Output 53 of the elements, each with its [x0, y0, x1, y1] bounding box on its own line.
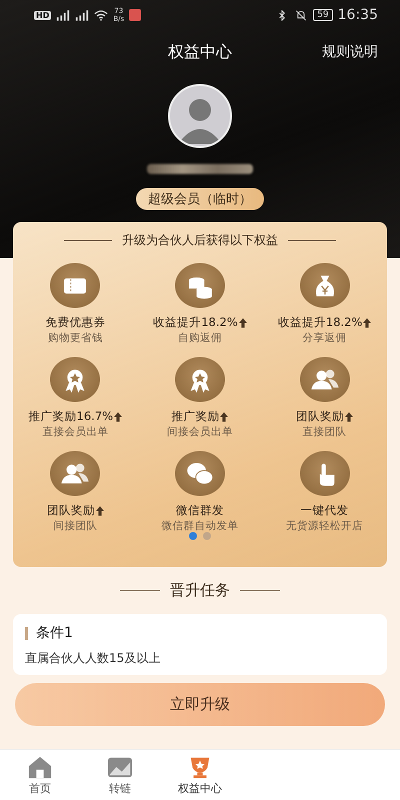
rules-link[interactable]: 规则说明: [322, 43, 378, 61]
up-arrow-icon: [238, 318, 247, 328]
benefit-title: 团队奖励: [296, 409, 354, 424]
benefit-subtitle: 分享返佣: [302, 331, 347, 345]
benefit-subtitle: 购物更省钱: [48, 331, 103, 345]
benefit-title: 微信群发: [176, 503, 224, 518]
condition-text: 直属合伙人人数15及以上: [25, 650, 162, 667]
upgrade-button[interactable]: 立即升级: [15, 683, 385, 726]
up-arrow-icon: [220, 412, 228, 422]
benefit-subtitle: 微信群自动发单: [161, 519, 238, 533]
up-arrow-icon: [363, 318, 372, 328]
battery-level: 59: [313, 9, 333, 21]
app-notification-icon: [129, 9, 142, 21]
tab-item[interactable]: 权益中心: [160, 750, 240, 800]
benefit-subtitle: 无货源轻松开店: [286, 519, 364, 533]
page-title: 权益中心: [168, 42, 232, 62]
hand-tap-icon: [300, 451, 350, 496]
benefit-subtitle: 间接团队: [53, 519, 98, 533]
benefit-title: 推广奖励16.7%: [28, 409, 122, 424]
section-heading: 升级为合伙人后获得以下权益: [122, 232, 278, 249]
coins-icon: [174, 263, 225, 308]
chat-bubbles-icon: [174, 451, 225, 496]
tab-item[interactable]: 转链: [80, 750, 160, 800]
medal-icon: [50, 357, 100, 402]
medal-icon: [174, 357, 225, 402]
section-heading: 晋升任务: [170, 581, 230, 600]
up-arrow-icon: [96, 506, 104, 516]
signal-icon: [56, 10, 70, 20]
condition-title: 条件1: [36, 624, 73, 642]
up-arrow-icon: [345, 412, 354, 422]
signal-icon: [75, 10, 90, 20]
home-icon: [26, 754, 54, 778]
wifi-icon: [94, 10, 108, 20]
up-arrow-icon: [114, 412, 122, 422]
benefit-title: 团队奖励: [46, 503, 104, 518]
ticket-icon: [50, 263, 100, 308]
benefit-subtitle: 直接团队: [302, 425, 347, 439]
people-icon: [50, 451, 100, 496]
member-badge: 超级会员（临时）: [136, 188, 264, 210]
benefit-subtitle: 自购返佣: [178, 331, 222, 345]
muted-bell-icon: [294, 10, 308, 20]
benefit-title: 推广奖励: [171, 409, 228, 424]
benefit-title: 免费优惠券: [45, 315, 106, 330]
people-icon: [300, 357, 350, 402]
hd-icon: HD: [34, 10, 52, 20]
tab-item[interactable]: 首页: [0, 750, 80, 800]
money-bag-icon: [300, 263, 350, 308]
benefit-title: 收益提升18.2%: [153, 315, 247, 330]
benefit-title: 一键代发: [300, 503, 349, 518]
clock-time: 16:35: [338, 7, 378, 23]
benefit-subtitle: 间接会员出单: [166, 425, 233, 439]
benefit-subtitle: 直接会员出单: [42, 425, 108, 439]
benefit-title: 收益提升18.2%: [278, 315, 372, 330]
